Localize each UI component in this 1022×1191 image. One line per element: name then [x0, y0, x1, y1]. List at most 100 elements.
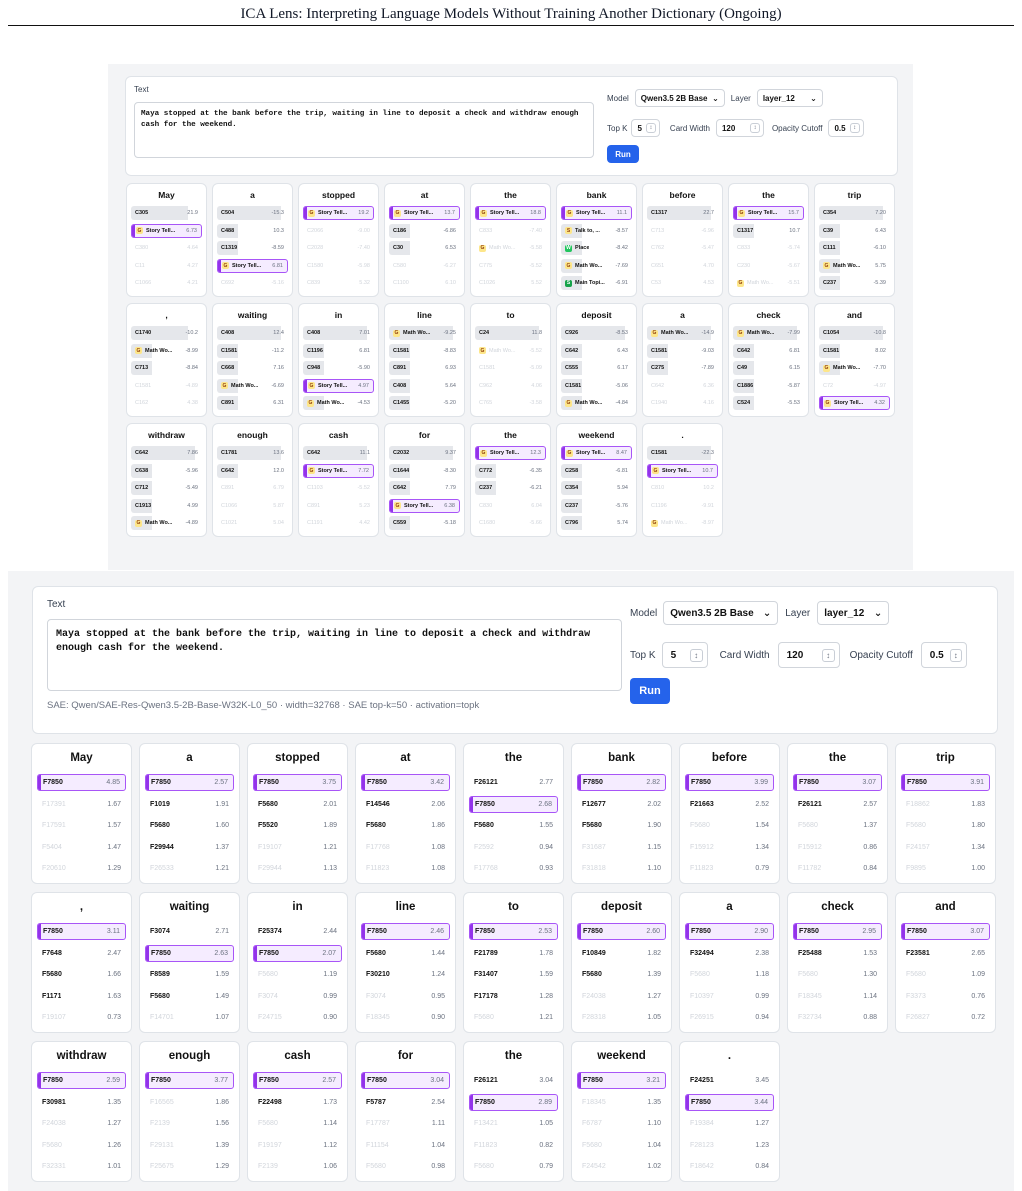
token-card[interactable]: the F26121 3.04 F7850 2.89 F13421 1.05 F11823 0.… [463, 1041, 564, 1182]
token-card[interactable]: cash F7850 2.57 F22498 1.73 F5680 1.14 F19197 1.… [247, 1041, 348, 1182]
feature-row[interactable]: C354 5.94 [561, 481, 632, 495]
feature-row[interactable]: F21663 2.52 [685, 796, 774, 813]
layer-select[interactable]: layer_12 ⌄ [756, 89, 823, 107]
feature-row[interactable]: F18345 1.35 [577, 1094, 666, 1111]
token-card[interactable]: , C1740 -10.2 G Math Wo... -8.99 C713 -8.84 C158… [126, 303, 207, 417]
feature-row[interactable]: F5404 1.47 [37, 839, 126, 856]
feature-row[interactable]: F30210 1.24 [361, 966, 450, 983]
feature-row[interactable]: F31818 1.10 [577, 860, 666, 877]
feature-row[interactable]: C1581 -5.06 [561, 378, 632, 393]
feature-row[interactable]: F26121 3.04 [469, 1072, 558, 1089]
feature-row[interactable]: C162 4.38 [131, 396, 202, 410]
feature-row[interactable]: G Math Wo... 5.75 [819, 258, 890, 273]
feature-row[interactable]: F23581 2.65 [901, 945, 990, 962]
token-card[interactable]: at F7850 3.42 F14546 2.06 F5680 1.86 F17768 1.08… [355, 743, 456, 884]
feature-row[interactable]: F7850 3.11 [37, 923, 126, 940]
feature-row[interactable]: F14546 2.06 [361, 796, 450, 813]
token-card[interactable]: stopped F7850 3.75 F5680 2.01 F5520 1.89 F19107… [247, 743, 348, 884]
feature-row[interactable]: F24157 1.34 [901, 839, 990, 856]
feature-row[interactable]: F26827 0.72 [901, 1009, 990, 1026]
feature-row[interactable]: C1913 4.99 [131, 498, 202, 513]
token-card[interactable]: . F24251 3.45 F7850 3.44 F19384 1.27 F28123 1.23… [679, 1041, 780, 1182]
feature-row[interactable]: F5787 2.54 [361, 1094, 450, 1111]
feature-row[interactable]: G Math Wo... -7.99 [733, 326, 804, 340]
feature-row[interactable]: C408 7.01 [303, 326, 374, 340]
feature-row[interactable]: C2066 -9.00 [303, 224, 374, 238]
feature-row[interactable]: C559 -5.18 [389, 516, 460, 530]
feature-row[interactable]: F5680 1.90 [577, 817, 666, 834]
feature-row[interactable]: C1196 6.81 [303, 343, 374, 358]
token-card[interactable]: cash C642 11.1 G Story Tell... 7.72 C1103 -5.52… [298, 423, 379, 537]
feature-row[interactable]: F5680 1.86 [361, 817, 450, 834]
feature-row[interactable]: F17768 0.93 [469, 860, 558, 877]
feature-row[interactable]: F7850 3.77 [145, 1072, 234, 1089]
feature-row[interactable]: G Story Tell... 12.3 [475, 446, 546, 460]
feature-row[interactable]: F15912 0.86 [793, 839, 882, 856]
feature-row[interactable]: C408 5.64 [389, 378, 460, 393]
feature-row[interactable]: F29944 1.37 [145, 839, 234, 856]
feature-row[interactable]: G Math Wo... -6.69 [217, 378, 288, 393]
feature-row[interactable]: F2139 1.56 [145, 1115, 234, 1132]
feature-row[interactable]: C524 -5.53 [733, 396, 804, 410]
feature-row[interactable]: C668 7.16 [217, 361, 288, 375]
feature-row[interactable]: C1781 13.6 [217, 446, 288, 460]
token-card[interactable]: enough F7850 3.77 F16565 1.86 F2139 1.56 F29131… [139, 1041, 240, 1182]
feature-row[interactable]: F7850 2.46 [361, 923, 450, 940]
feature-row[interactable]: F28318 1.05 [577, 1009, 666, 1026]
feature-row[interactable]: F10397 0.99 [685, 988, 774, 1005]
feature-row[interactable]: C810 10.2 [647, 481, 718, 495]
feature-row[interactable]: G Story Tell... 4.97 [303, 378, 374, 393]
feature-row[interactable]: C380 4.64 [131, 241, 202, 255]
feature-row[interactable]: C830 6.04 [475, 499, 546, 513]
feature-row[interactable]: F7850 3.04 [361, 1072, 450, 1089]
feature-row[interactable]: C1455 -5.20 [389, 396, 460, 410]
feature-row[interactable]: F21789 1.78 [469, 945, 558, 962]
feature-row[interactable]: F1171 1.63 [37, 988, 126, 1005]
topk-input[interactable]: 5 ↕ [661, 642, 708, 668]
token-card[interactable]: bank G Story Tell... 11.1 S Talk to, ... -8.57… [556, 183, 637, 297]
feature-row[interactable]: F5680 1.39 [577, 966, 666, 983]
feature-row[interactable]: F2592 0.94 [469, 839, 558, 856]
run-button[interactable]: Run [630, 678, 670, 704]
feature-row[interactable]: C39 6.43 [819, 223, 890, 238]
feature-row[interactable]: C642 11.1 [303, 446, 374, 460]
feature-row[interactable]: F7850 2.57 [145, 774, 234, 791]
feature-row[interactable]: C713 -8.84 [131, 361, 202, 375]
feature-row[interactable]: C1100 6.10 [389, 276, 460, 290]
feature-row[interactable]: G Story Tell... 18.8 [475, 206, 546, 220]
feature-row[interactable]: C1581 -22.3 [647, 446, 718, 460]
feature-row[interactable]: C891 5.23 [303, 499, 374, 513]
feature-row[interactable]: F24542 1.02 [577, 1158, 666, 1175]
feature-row[interactable]: C839 5.32 [303, 276, 374, 290]
feature-row[interactable]: C948 -5.90 [303, 361, 374, 375]
token-card[interactable]: withdraw F7850 2.59 F30981 1.35 F24038 1.27 F56… [31, 1041, 132, 1182]
feature-row[interactable]: F5680 0.98 [361, 1158, 450, 1175]
stepper-icon[interactable]: ↕ [645, 123, 656, 133]
feature-row[interactable]: C765 -3.58 [475, 396, 546, 410]
feature-row[interactable]: C642 6.36 [647, 379, 718, 393]
feature-row[interactable]: F13421 1.05 [469, 1115, 558, 1132]
feature-row[interactable]: F7850 2.07 [253, 944, 342, 962]
feature-row[interactable]: F17787 1.11 [361, 1115, 450, 1132]
feature-row[interactable]: G Math Wo... -5.58 [475, 241, 546, 255]
feature-row[interactable]: C53 4.53 [647, 276, 718, 290]
feature-row[interactable]: F17591 1.57 [37, 817, 126, 834]
feature-row[interactable]: F5680 1.80 [901, 817, 990, 834]
feature-row[interactable]: F31687 1.15 [577, 839, 666, 856]
feature-row[interactable]: C49 6.15 [733, 361, 804, 375]
feature-row[interactable]: C1581 -9.03 [647, 343, 718, 358]
feature-row[interactable]: G Story Tell... 10.7 [647, 463, 718, 478]
feature-row[interactable]: F7850 3.75 [253, 774, 342, 791]
feature-row[interactable]: G Math Wo... -7.70 [819, 361, 890, 375]
feature-row[interactable]: C24 11.8 [475, 326, 546, 340]
feature-row[interactable]: F5680 1.18 [685, 966, 774, 983]
feature-row[interactable]: C1066 4.21 [131, 276, 202, 290]
feature-row[interactable]: F24038 1.27 [577, 988, 666, 1005]
feature-row[interactable]: F16565 1.86 [145, 1094, 234, 1111]
feature-row[interactable]: C638 -5.96 [131, 463, 202, 478]
feature-row[interactable]: F7850 2.90 [685, 923, 774, 940]
feature-row[interactable]: F5680 0.79 [469, 1158, 558, 1175]
feature-row[interactable]: C237 -5.39 [819, 276, 890, 290]
feature-row[interactable]: C1740 -10.2 [131, 326, 202, 340]
token-card[interactable]: weekend F7850 3.21 F18345 1.35 F6787 1.10 F5680… [571, 1041, 672, 1182]
